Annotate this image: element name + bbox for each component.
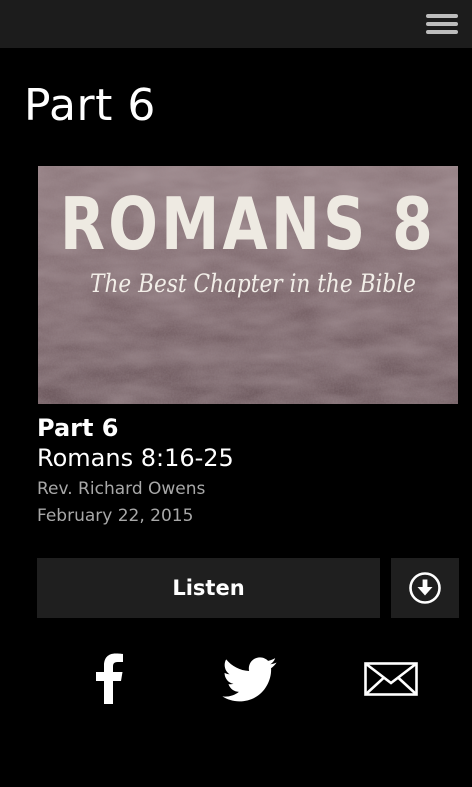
facebook-icon[interactable]: [94, 652, 124, 704]
top-app-bar: [0, 0, 472, 48]
twitter-icon[interactable]: [222, 657, 278, 703]
sermon-series-artwork: ROMANS 8 The Best Chapter in the Bible: [38, 166, 458, 404]
page-title: Part 6: [24, 80, 156, 131]
email-icon[interactable]: [364, 662, 418, 696]
sermon-title: Part 6: [37, 414, 119, 442]
listen-button-label: Listen: [172, 576, 245, 600]
hamburger-menu-icon[interactable]: [426, 12, 458, 36]
sermon-scripture: Romans 8:16-25: [37, 444, 234, 472]
sermon-speaker: Rev. Richard Owens: [37, 479, 206, 499]
listen-button[interactable]: Listen: [37, 558, 380, 618]
download-button[interactable]: [391, 558, 459, 618]
artwork-subtitle: The Best Chapter in the Bible: [90, 269, 416, 298]
sermon-date: February 22, 2015: [37, 506, 194, 526]
artwork-series-title: ROMANS 8: [60, 182, 436, 266]
download-circle-icon: [409, 572, 441, 604]
